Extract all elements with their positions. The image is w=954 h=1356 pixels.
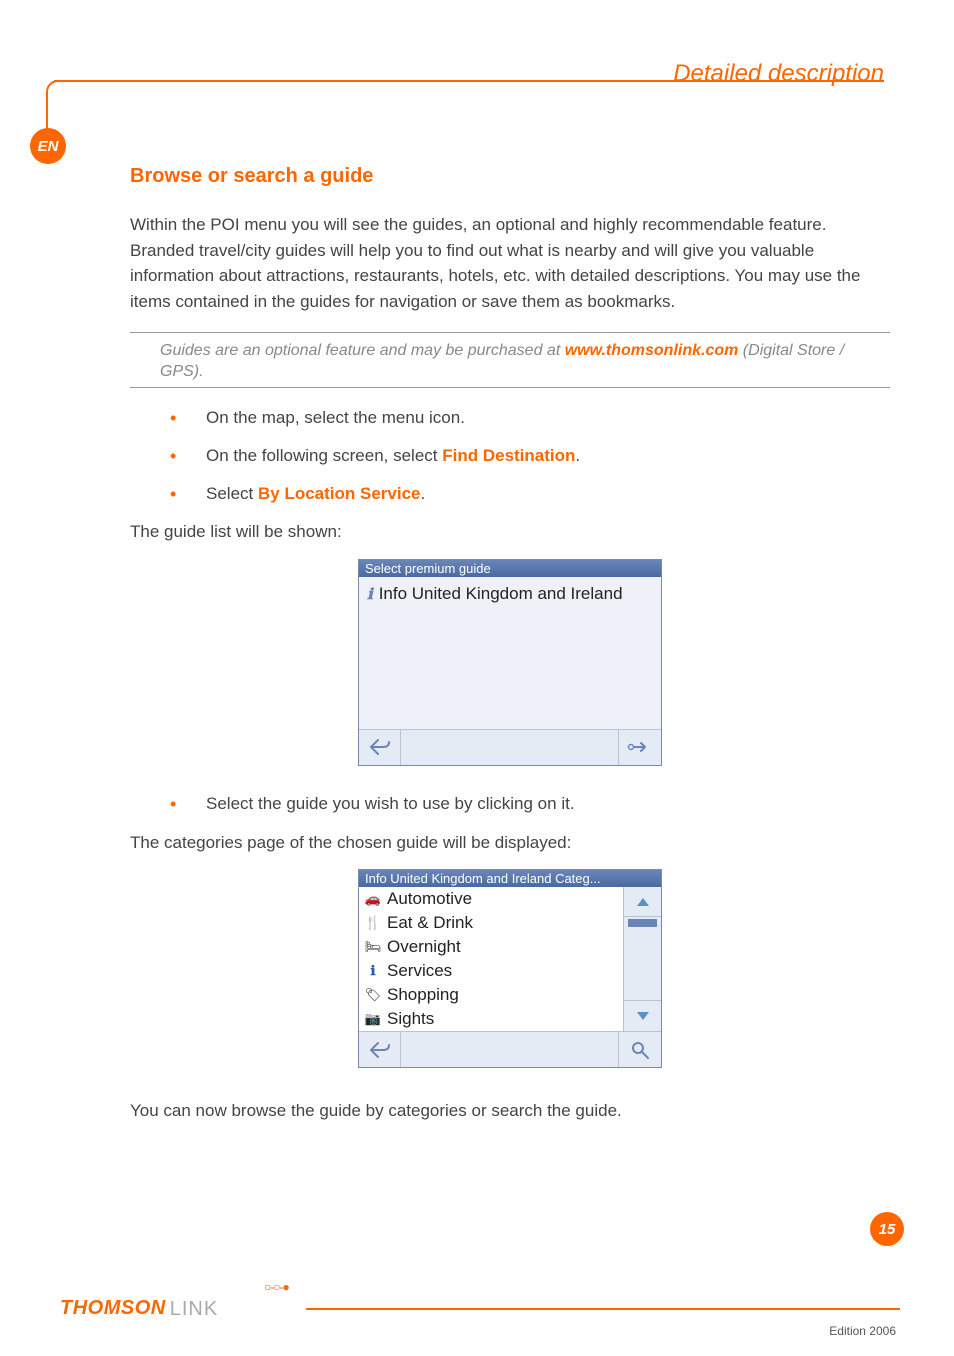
- forward-button[interactable]: [619, 730, 661, 765]
- category-item-overnight[interactable]: 🛏 Overnight: [359, 935, 623, 959]
- step-text: .: [421, 484, 426, 503]
- scroll-track[interactable]: [624, 917, 661, 1001]
- browse-para: You can now browse the guide by categori…: [130, 1098, 890, 1124]
- category-label: Automotive: [387, 889, 472, 909]
- category-label: Sights: [387, 1009, 434, 1029]
- info-square-icon: ℹ: [365, 963, 381, 979]
- footer-spacer: [401, 730, 619, 765]
- window-body: Info United Kingdom and Ireland: [359, 577, 661, 729]
- language-badge: EN: [30, 128, 66, 164]
- step-item: Select the guide you wish to use by clic…: [170, 792, 890, 816]
- note-link: www.thomsonlink.com: [565, 342, 739, 359]
- step-bold: Find Destination: [442, 446, 575, 465]
- brand-dots-icon: ○-○-●: [264, 1280, 289, 1294]
- screenshot-guide-list: Select premium guide Info United Kingdom…: [358, 559, 662, 766]
- step-text: On the map, select the menu icon.: [206, 408, 465, 427]
- detour-arrow-icon: [627, 738, 653, 756]
- brand-link: LINK: [170, 1298, 218, 1321]
- category-item-sights[interactable]: 📷 Sights: [359, 1007, 623, 1031]
- back-arrow-icon: [369, 738, 391, 756]
- window-footer: [359, 729, 661, 765]
- categories-para: The categories page of the chosen guide …: [130, 830, 890, 856]
- category-label: Shopping: [387, 985, 459, 1005]
- tag-icon: 🏷: [365, 987, 381, 1003]
- scroll-up-button[interactable]: [624, 887, 661, 917]
- triangle-up-icon: [636, 897, 650, 907]
- category-item-shopping[interactable]: 🏷 Shopping: [359, 983, 623, 1007]
- category-label: Overnight: [387, 937, 461, 957]
- window-title: Select premium guide: [359, 560, 661, 577]
- window-footer: [359, 1031, 661, 1067]
- window-title: Info United Kingdom and Ireland Categ...: [359, 870, 661, 887]
- fork-knife-icon: 🍴: [365, 915, 381, 931]
- car-icon: 🚗: [365, 891, 381, 907]
- step-text: Select: [206, 484, 258, 503]
- category-item-automotive[interactable]: 🚗 Automotive: [359, 887, 623, 911]
- guide-list-para: The guide list will be shown:: [130, 519, 890, 545]
- edition-label: Edition 2006: [829, 1324, 896, 1338]
- steps-list-b: Select the guide you wish to use by clic…: [170, 792, 890, 816]
- main-content: Browse or search a guide Within the POI …: [130, 165, 890, 1138]
- step-item: Select By Location Service.: [170, 482, 890, 506]
- brand-thomson: THOMSON: [60, 1297, 166, 1320]
- step-item: On the following screen, select Find Des…: [170, 444, 890, 468]
- guide-item-label: Info United Kingdom and Ireland: [379, 583, 623, 606]
- step-text: On the following screen, select: [206, 446, 442, 465]
- footer-spacer: [401, 1032, 619, 1067]
- back-button[interactable]: [359, 730, 401, 765]
- camera-icon: 📷: [365, 1011, 381, 1027]
- scroll-down-button[interactable]: [624, 1001, 661, 1031]
- category-item-services[interactable]: ℹ Services: [359, 959, 623, 983]
- step-bold: By Location Service: [258, 484, 421, 503]
- section-title: Browse or search a guide: [130, 165, 890, 188]
- back-arrow-icon: [369, 1041, 391, 1059]
- category-item-eat-drink[interactable]: 🍴 Eat & Drink: [359, 911, 623, 935]
- back-button[interactable]: [359, 1032, 401, 1067]
- note-prefix: Guides are an optional feature and may b…: [160, 342, 565, 359]
- step-text: .: [575, 446, 580, 465]
- step-item: On the map, select the menu icon.: [170, 406, 890, 430]
- category-label: Services: [387, 961, 452, 981]
- scrollbar[interactable]: [623, 887, 661, 1031]
- magnifier-icon: [630, 1040, 650, 1060]
- note-box: Guides are an optional feature and may b…: [130, 332, 890, 388]
- guide-list-item[interactable]: Info United Kingdom and Ireland: [367, 583, 653, 606]
- bed-icon: 🛏: [365, 939, 381, 955]
- search-button[interactable]: [619, 1032, 661, 1067]
- step-text: Select the guide you wish to use by clic…: [206, 794, 575, 813]
- page-number-badge: 15: [870, 1212, 904, 1246]
- intro-paragraph: Within the POI menu you will see the gui…: [130, 212, 890, 314]
- scroll-thumb[interactable]: [628, 919, 657, 927]
- triangle-down-icon: [636, 1011, 650, 1021]
- footer-rule: [306, 1308, 900, 1310]
- screenshot-categories: Info United Kingdom and Ireland Categ...…: [358, 869, 662, 1068]
- category-label: Eat & Drink: [387, 913, 473, 933]
- info-icon: [367, 583, 373, 606]
- page-footer: ○-○-● THOMSON LINK: [60, 1297, 900, 1320]
- page-header-title: Detailed description: [673, 60, 884, 88]
- window-body: 🚗 Automotive 🍴 Eat & Drink 🛏 Overnight ℹ Ser…: [359, 887, 661, 1031]
- category-list: 🚗 Automotive 🍴 Eat & Drink 🛏 Overnight ℹ Ser…: [359, 887, 623, 1031]
- steps-list-a: On the map, select the menu icon. On the…: [170, 406, 890, 505]
